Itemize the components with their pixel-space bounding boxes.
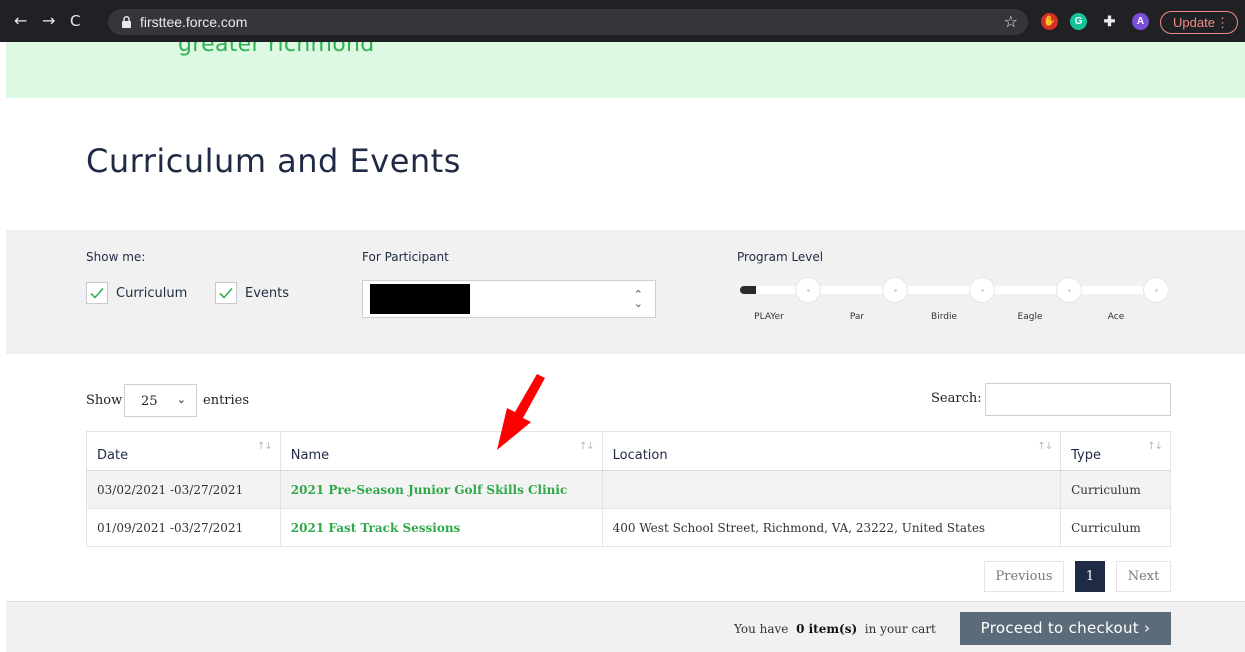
address-bar[interactable]: firsttee.force.com ☆ [108,9,1028,35]
profile-avatar[interactable]: A [1132,13,1149,30]
previous-button[interactable]: Previous [984,561,1064,592]
cart-summary: You have 0 item(s) in your cart [734,622,936,636]
level-label-player: PLAYer [754,312,784,322]
slider-knob-birdie[interactable] [882,277,908,303]
reload-icon[interactable]: C [70,12,80,30]
browser-toolbar: ← → C firsttee.force.com ☆ ✋ G ✚ A Updat… [0,0,1245,42]
checkbox-box[interactable] [215,282,237,304]
program-level-slider[interactable] [737,277,1173,307]
show-label: Show [86,393,123,408]
cell-type: Curriculum [1060,470,1171,509]
slider-knob-end[interactable] [1143,277,1169,303]
proceed-to-checkout-button[interactable]: Proceed to checkout › [960,612,1171,645]
level-label-ace: Ace [1107,312,1125,322]
brand-subtitle: greater richmond [178,42,375,57]
entries-label: entries [203,393,250,408]
cell-location [601,470,1062,509]
cell-location: 400 West School Street, Richmond, VA, 23… [601,508,1062,547]
table-row: 03/02/2021 -03/27/2021 2021 Pre-Season J… [86,470,1171,509]
column-header-date[interactable]: Date ↑↓ [86,431,281,471]
sort-icon: ↑↓ [1147,441,1163,452]
select-arrows-icon: ⌃ ⌄ [633,288,643,310]
next-button[interactable]: Next [1116,561,1171,592]
url-text: firsttee.force.com [140,14,248,30]
lock-icon [122,16,131,28]
event-link[interactable]: 2021 Pre-Season Junior Golf Skills Clini… [291,483,567,497]
more-vert-icon: ⋮ [1216,15,1229,30]
slider-knob-eagle[interactable] [969,277,995,303]
level-label-birdie: Birdie [931,312,957,322]
cell-date: 03/02/2021 -03/27/2021 [86,470,281,509]
adblock-extension-icon[interactable]: ✋ [1041,13,1058,30]
page-title: Curriculum and Events [86,142,461,180]
table-row: 01/09/2021 -03/27/2021 2021 Fast Track S… [86,508,1171,547]
checkmark-icon [219,287,233,299]
forward-arrow-icon[interactable]: → [42,12,55,30]
slider-knob-par[interactable] [795,277,821,303]
slider-knob-ace[interactable] [1056,277,1082,303]
sort-icon: ↑↓ [257,441,273,452]
column-header-type[interactable]: Type ↑↓ [1060,431,1171,471]
checkmark-icon [90,287,104,299]
grammarly-extension-icon[interactable]: G [1070,13,1087,30]
back-arrow-icon[interactable]: ← [14,12,27,30]
events-checkbox[interactable]: Events [215,282,289,304]
cell-name: 2021 Pre-Season Junior Golf Skills Clini… [279,470,603,509]
participant-label: For Participant [362,250,449,264]
checkbox-box[interactable] [86,282,108,304]
search-input[interactable] [985,383,1171,416]
brand-clip: greater richmond [6,42,1245,62]
puzzle-icon[interactable]: ✚ [1101,13,1118,30]
event-link[interactable]: 2021 Fast Track Sessions [291,521,461,535]
participant-select[interactable]: ⌃ ⌄ [362,280,656,318]
search-label: Search: [931,391,982,406]
cell-type: Curriculum [1060,508,1171,547]
chevron-down-icon: ⌄ [176,393,186,406]
show-me-label: Show me: [86,250,146,264]
cell-name: 2021 Fast Track Sessions [279,508,603,547]
cart-count: 0 item(s) [796,622,858,636]
sort-icon: ↑↓ [578,441,595,452]
slider-fill [740,286,756,294]
redacted-participant-name [370,284,470,314]
program-level-label: Program Level [737,250,824,264]
cell-date: 01/09/2021 -03/27/2021 [86,508,281,547]
level-label-par: Par [849,312,865,322]
column-header-location[interactable]: Location ↑↓ [601,431,1062,471]
table-header-row: Date ↑↓ Name ↑↓ Location ↑↓ Type ↑↓ [86,431,1171,471]
entries-select[interactable]: 25 ⌄ [124,384,197,417]
star-icon[interactable]: ☆ [1004,12,1018,31]
page-1-button[interactable]: 1 [1075,561,1105,592]
events-table: Date ↑↓ Name ↑↓ Location ↑↓ Type ↑↓ 03/02/20… [86,431,1171,547]
red-arrow-icon [497,374,545,450]
sort-icon: ↑↓ [1037,441,1053,452]
column-header-name[interactable]: Name ↑↓ [279,431,603,471]
curriculum-checkbox[interactable]: Curriculum [86,282,187,304]
level-label-eagle: Eagle [1017,312,1043,322]
update-button[interactable]: Update ⋮ [1160,11,1238,34]
